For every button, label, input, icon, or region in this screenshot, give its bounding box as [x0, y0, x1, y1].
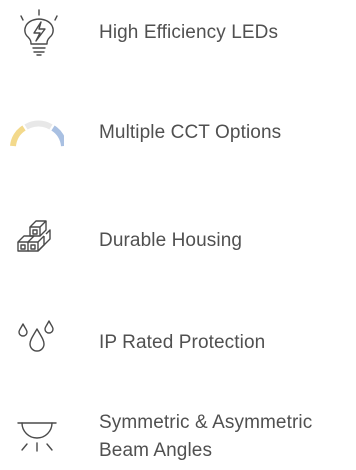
lightbulb-bolt-icon: [6, 7, 64, 57]
beam-light-icon: [6, 413, 64, 463]
feature-item-high-efficiency-leds: High Efficiency LEDs: [0, 0, 356, 70]
feature-item-ip-rated-protection: IP Rated Protection: [0, 310, 356, 380]
feature-label-beam-angles: Symmetric & Asymmetric Beam Angles: [99, 409, 312, 465]
feature-label-ip-rated-protection: IP Rated Protection: [99, 332, 266, 353]
feature-label-durable-housing: Durable Housing: [99, 230, 243, 251]
water-drops-icon: [6, 313, 64, 363]
feature-item-durable-housing: Durable Housing: [0, 208, 356, 278]
feature-item-beam-angles: Symmetric & Asymmetric Beam Angles: [0, 405, 356, 470]
feature-item-multiple-cct-options: Multiple CCT Options: [0, 100, 356, 170]
feature-label-high-efficiency-leds: High Efficiency LEDs: [99, 22, 279, 43]
color-temperature-arc-icon: [6, 114, 64, 164]
feature-label-multiple-cct-options: Multiple CCT Options: [99, 122, 282, 143]
feature-label-line-2: Beam Angles: [99, 440, 213, 461]
feature-label-line-1: Symmetric & Asymmetric: [99, 412, 313, 433]
stacked-boxes-icon: [6, 214, 64, 264]
